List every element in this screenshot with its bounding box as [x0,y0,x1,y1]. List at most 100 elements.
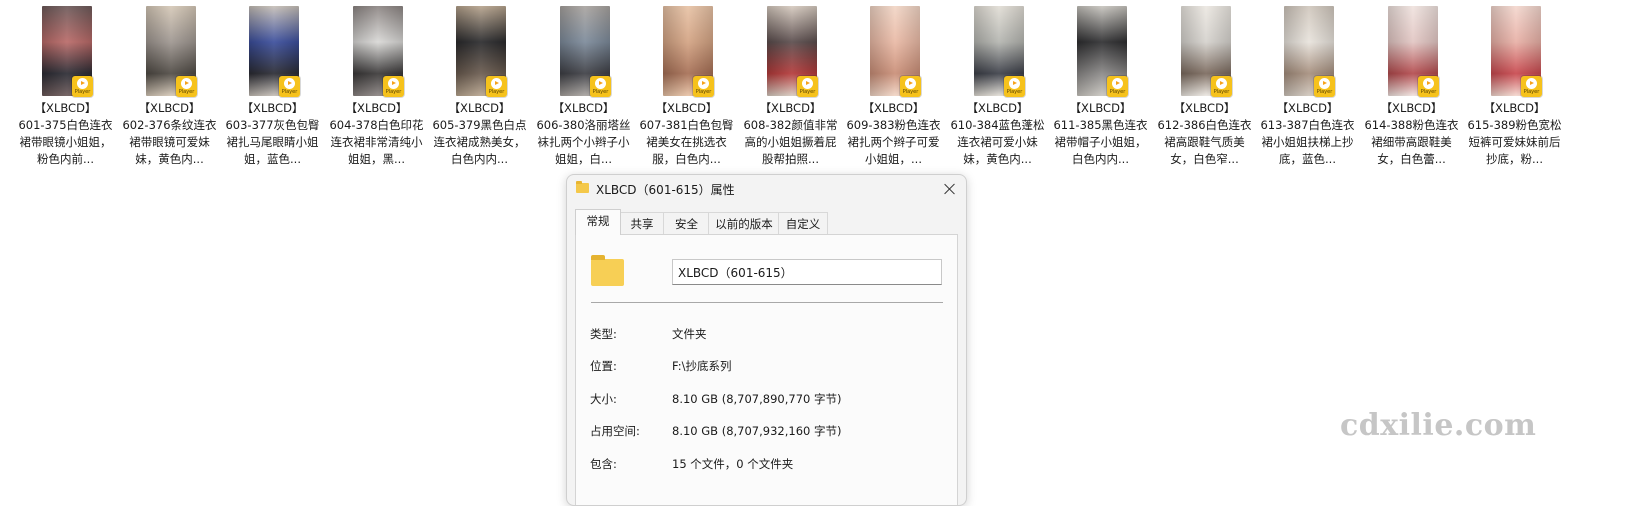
play-icon [1526,78,1537,89]
file-name-text: 601-375白色连衣裙带眼镜小姐姐，粉色内前... [18,118,113,166]
file-name-tag: 【XLBCD】 [1380,101,1443,115]
player-app-icon: Player [1004,76,1025,97]
play-icon [1319,78,1330,89]
file-name: 【XLBCD】 612-386白色连衣裙高跟鞋气质美女，白色窄... [1155,100,1254,168]
file-name-tag: 【XLBCD】 [1483,101,1546,115]
prop-label: 位置: [590,359,617,373]
file-name-tag: 【XLBCD】 [1069,101,1132,115]
file-item[interactable]: Player 【XLBCD】 606-380洛丽塔丝袜扎两个小辫子小姐姐，白... [528,0,637,175]
prop-value: F:\抄底系列 [672,359,732,373]
player-badge-label: Player [74,89,91,95]
player-app-icon: Player [1107,76,1128,97]
file-item[interactable]: Player 【XLBCD】 611-385黑色连衣裙带帽子小姐姐，白色内内... [1045,0,1154,175]
file-name: 【XLBCD】 615-389粉色宽松短裤可爱妹妹前后抄底，粉... [1465,100,1564,168]
prop-label: 类型: [590,327,617,341]
player-app-icon: Player [486,76,507,97]
file-name-tag: 【XLBCD】 [862,101,925,115]
play-icon [698,78,709,89]
play-icon [802,78,813,89]
file-item[interactable]: Player 【XLBCD】 615-389粉色宽松短裤可爱妹妹前后抄底，粉... [1459,0,1568,175]
tab-customize[interactable]: 自定义 [778,212,828,235]
tab-general[interactable]: 常规 [575,209,621,235]
play-icon [491,78,502,89]
file-name-tag: 【XLBCD】 [1276,101,1339,115]
file-item[interactable]: Player 【XLBCD】 601-375白色连衣裙带眼镜小姐姐，粉色内前... [10,0,119,175]
file-grid: Player 【XLBCD】 601-375白色连衣裙带眼镜小姐姐，粉色内前... P… [0,0,1647,175]
dialog-titlebar[interactable]: XLBCD（601-615）属性 [567,175,966,203]
close-icon[interactable] [934,175,966,203]
file-name-text: 615-389粉色宽松短裤可爱妹妹前后抄底，粉... [1467,118,1562,166]
player-app-icon: Player [797,76,818,97]
file-name-tag: 【XLBCD】 [966,101,1029,115]
file-name-text: 607-381白色包臀裙美女在挑选衣服，白色内... [639,118,734,166]
folder-name-field[interactable]: XLBCD（601-615） [672,259,942,285]
file-name-text: 609-383粉色连衣裙扎两个辫子可爱小姐姐，... [846,118,941,166]
file-name-text: 611-385黑色连衣裙带帽子小姐姐，白色内内... [1053,118,1148,166]
file-name-text: 603-377灰色包臀裙扎马尾眼睛小姐姐，蓝色... [225,118,320,166]
player-app-icon: Player [383,76,404,97]
prop-value: 15 个文件，0 个文件夹 [672,457,794,471]
play-icon [388,78,399,89]
player-badge-label: Player [1006,89,1023,95]
file-name-tag: 【XLBCD】 [138,101,201,115]
file-name-tag: 【XLBCD】 [241,101,304,115]
player-badge-label: Player [1213,89,1230,95]
prop-value: 8.10 GB (8,707,932,160 字节) [672,424,842,438]
player-badge-label: Player [902,89,919,95]
file-name-tag: 【XLBCD】 [655,101,718,115]
play-icon [77,78,88,89]
play-icon [1112,78,1123,89]
file-name: 【XLBCD】 601-375白色连衣裙带眼镜小姐姐，粉色内前... [16,100,115,168]
file-name: 【XLBCD】 607-381白色包臀裙美女在挑选衣服，白色内... [637,100,736,168]
play-icon [1009,78,1020,89]
file-item[interactable]: Player 【XLBCD】 603-377灰色包臀裙扎马尾眼睛小姐姐，蓝色... [217,0,326,175]
player-app-icon: Player [900,76,921,97]
file-name-tag: 【XLBCD】 [552,101,615,115]
player-app-icon: Player [279,76,300,97]
player-badge-label: Player [488,89,505,95]
file-item[interactable]: Player 【XLBCD】 614-388粉色连衣裙细带高跟鞋美女，白色蕾... [1356,0,1465,175]
file-name: 【XLBCD】 605-379黑色白点连衣裙成熟美女，白色内内... [430,100,529,168]
file-item[interactable]: Player 【XLBCD】 608-382颜值非常高的小姐姐撅着屁股帮拍照... [735,0,844,175]
player-badge-label: Player [281,89,298,95]
file-item[interactable]: Player 【XLBCD】 605-379黑色白点连衣裙成熟美女，白色内内... [424,0,533,175]
file-name-text: 610-384蓝色蓬松连衣裙可爱小妹妹，黄色内... [950,118,1045,166]
file-item[interactable]: Player 【XLBCD】 613-387白色连衣裙小姐姐扶梯上抄底，蓝色... [1252,0,1361,175]
file-item[interactable]: Player 【XLBCD】 602-376条纹连衣裙带眼镜可爱妹妹，黄色内... [114,0,223,175]
file-item[interactable]: Player 【XLBCD】 604-378白色印花连衣裙非常清纯小姐姐，黑... [321,0,430,175]
folder-icon [591,255,624,286]
file-name-tag: 【XLBCD】 [34,101,97,115]
watermark: cdxilie.com [1340,408,1537,443]
file-name-text: 605-379黑色白点连衣裙成熟美女，白色内内... [432,118,527,166]
prop-label: 大小: [590,392,617,406]
player-app-icon: Player [1418,76,1439,97]
player-badge-label: Player [592,89,609,95]
divider [591,302,943,303]
tab-security[interactable]: 安全 [663,212,710,235]
file-item[interactable]: Player 【XLBCD】 610-384蓝色蓬松连衣裙可爱小妹妹，黄色内... [942,0,1051,175]
player-badge-label: Player [799,89,816,95]
file-name: 【XLBCD】 608-382颜值非常高的小姐姐撅着屁股帮拍照... [741,100,840,168]
dialog-title: XLBCD（601-615）属性 [596,183,735,197]
file-name: 【XLBCD】 609-383粉色连衣裙扎两个辫子可爱小姐姐，... [844,100,943,168]
tab-previous-versions[interactable]: 以前的版本 [708,212,780,235]
player-app-icon: Player [1521,76,1542,97]
file-item[interactable]: Player 【XLBCD】 612-386白色连衣裙高跟鞋气质美女，白色窄... [1149,0,1258,175]
file-item[interactable]: Player 【XLBCD】 609-383粉色连衣裙扎两个辫子可爱小姐姐，... [838,0,947,175]
player-app-icon: Player [693,76,714,97]
general-panel: XLBCD（601-615） 类型: 文件夹 位置: F:\抄底系列 大小: 8… [575,234,958,505]
file-name-text: 612-386白色连衣裙高跟鞋气质美女，白色窄... [1157,118,1252,166]
file-name-tag: 【XLBCD】 [759,101,822,115]
file-name: 【XLBCD】 603-377灰色包臀裙扎马尾眼睛小姐姐，蓝色... [223,100,322,168]
tab-sharing[interactable]: 共享 [619,212,665,235]
file-item[interactable]: Player 【XLBCD】 607-381白色包臀裙美女在挑选衣服，白色内... [631,0,740,175]
play-icon [595,78,606,89]
file-name-text: 614-388粉色连衣裙细带高跟鞋美女，白色蕾... [1364,118,1459,166]
player-badge-label: Player [1523,89,1540,95]
prop-label: 包含: [590,457,617,471]
play-icon [1423,78,1434,89]
file-name-text: 613-387白色连衣裙小姐姐扶梯上抄底，蓝色... [1260,118,1355,166]
file-name: 【XLBCD】 604-378白色印花连衣裙非常清纯小姐姐，黑... [327,100,426,168]
play-icon [1216,78,1227,89]
file-name-tag: 【XLBCD】 [1173,101,1236,115]
